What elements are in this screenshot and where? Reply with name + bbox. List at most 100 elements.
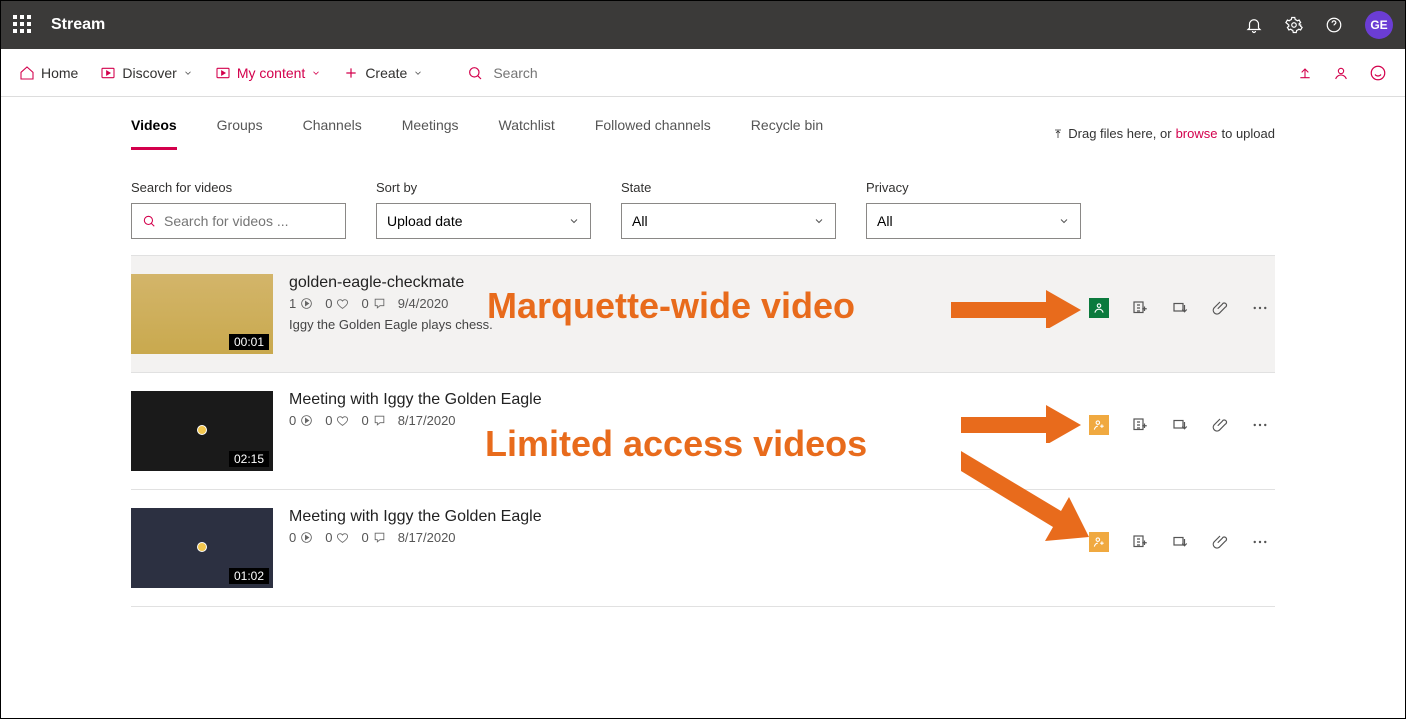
duration-label: 00:01 bbox=[229, 334, 269, 350]
nav-create[interactable]: Create bbox=[343, 65, 423, 81]
search-videos-input[interactable] bbox=[164, 213, 335, 229]
video-date: 8/17/2020 bbox=[398, 530, 456, 545]
home-icon bbox=[19, 65, 35, 81]
upload-arrow-icon bbox=[1052, 128, 1064, 140]
state-label: State bbox=[621, 180, 651, 195]
comment-icon bbox=[373, 531, 386, 544]
video-row[interactable]: 00:01 golden-eagle-checkmate 1 0 0 9/4/2… bbox=[131, 255, 1275, 373]
tab-followed[interactable]: Followed channels bbox=[595, 117, 711, 150]
sort-value: Upload date bbox=[387, 213, 463, 229]
replace-video-icon[interactable] bbox=[1171, 416, 1189, 434]
comments-count: 0 bbox=[361, 296, 368, 311]
app-launcher-icon[interactable] bbox=[13, 15, 33, 35]
replace-video-icon[interactable] bbox=[1171, 533, 1189, 551]
nav-my-content-label: My content bbox=[237, 65, 305, 81]
sort-select[interactable]: Upload date bbox=[376, 203, 591, 239]
privacy-label: Privacy bbox=[866, 180, 909, 195]
nav-discover[interactable]: Discover bbox=[100, 65, 192, 81]
nav-create-label: Create bbox=[365, 65, 407, 81]
plus-icon bbox=[343, 65, 359, 81]
avatar[interactable]: GE bbox=[1365, 11, 1393, 39]
more-actions-icon[interactable] bbox=[1251, 533, 1269, 551]
global-search-input[interactable] bbox=[493, 65, 693, 81]
likes-count: 0 bbox=[325, 530, 332, 545]
attachments-icon[interactable] bbox=[1211, 533, 1229, 551]
filters-row: Search for videos Sort by Upload date St… bbox=[131, 179, 1275, 239]
nav-home-label: Home bbox=[41, 65, 78, 81]
state-value: All bbox=[632, 213, 648, 229]
heart-icon bbox=[336, 414, 349, 427]
tab-recycle[interactable]: Recycle bin bbox=[751, 117, 823, 150]
upload-icon[interactable] bbox=[1297, 65, 1313, 81]
topbar: Stream GE bbox=[1, 1, 1405, 49]
notifications-icon[interactable] bbox=[1245, 16, 1263, 34]
play-icon bbox=[300, 297, 313, 310]
search-videos-control[interactable] bbox=[131, 203, 346, 239]
comment-icon bbox=[373, 414, 386, 427]
global-search[interactable] bbox=[467, 65, 693, 81]
video-icon bbox=[215, 65, 231, 81]
privacy-select[interactable]: All bbox=[866, 203, 1081, 239]
state-select[interactable]: All bbox=[621, 203, 836, 239]
discover-icon bbox=[100, 65, 116, 81]
duration-label: 02:15 bbox=[229, 451, 269, 467]
tab-groups[interactable]: Groups bbox=[217, 117, 263, 150]
tab-channels[interactable]: Channels bbox=[303, 117, 362, 150]
privacy-limited-badge[interactable] bbox=[1089, 532, 1109, 552]
duration-label: 01:02 bbox=[229, 568, 269, 584]
add-to-group-icon[interactable] bbox=[1131, 533, 1149, 551]
comment-icon bbox=[373, 297, 386, 310]
add-to-group-icon[interactable] bbox=[1131, 416, 1149, 434]
video-description: Iggy the Golden Eagle plays chess. bbox=[289, 317, 493, 332]
add-to-group-icon[interactable] bbox=[1131, 299, 1149, 317]
heart-icon bbox=[336, 297, 349, 310]
search-icon bbox=[142, 214, 156, 228]
attachments-icon[interactable] bbox=[1211, 299, 1229, 317]
video-list: 00:01 golden-eagle-checkmate 1 0 0 9/4/2… bbox=[131, 255, 1275, 607]
views-count: 1 bbox=[289, 296, 296, 311]
views-count: 0 bbox=[289, 413, 296, 428]
upload-hint: Drag files here, or browse to upload bbox=[1052, 117, 1275, 150]
chevron-down-icon bbox=[1058, 215, 1070, 227]
person-icon[interactable] bbox=[1333, 65, 1349, 81]
upload-hint-pre: Drag files here, or bbox=[1068, 126, 1171, 141]
chevron-down-icon bbox=[413, 68, 423, 78]
tabs-row: Videos Groups Channels Meetings Watchlis… bbox=[131, 117, 1275, 151]
more-actions-icon[interactable] bbox=[1251, 416, 1269, 434]
video-row[interactable]: 02:15 Meeting with Iggy the Golden Eagle… bbox=[131, 373, 1275, 490]
comments-count: 0 bbox=[361, 413, 368, 428]
nav-home[interactable]: Home bbox=[19, 65, 78, 81]
tab-videos[interactable]: Videos bbox=[131, 117, 177, 150]
views-count: 0 bbox=[289, 530, 296, 545]
more-actions-icon[interactable] bbox=[1251, 299, 1269, 317]
feedback-icon[interactable] bbox=[1369, 64, 1387, 82]
search-videos-label: Search for videos bbox=[131, 180, 232, 195]
upload-hint-post: to upload bbox=[1222, 126, 1276, 141]
video-thumbnail[interactable]: 02:15 bbox=[131, 391, 273, 471]
brand-label: Stream bbox=[51, 16, 105, 34]
comments-count: 0 bbox=[361, 530, 368, 545]
video-thumbnail[interactable]: 00:01 bbox=[131, 274, 273, 354]
attachments-icon[interactable] bbox=[1211, 416, 1229, 434]
tab-watchlist[interactable]: Watchlist bbox=[499, 117, 555, 150]
video-date: 8/17/2020 bbox=[398, 413, 456, 428]
tab-meetings[interactable]: Meetings bbox=[402, 117, 459, 150]
video-date: 9/4/2020 bbox=[398, 296, 449, 311]
search-icon bbox=[467, 65, 483, 81]
help-icon[interactable] bbox=[1325, 16, 1343, 34]
video-title[interactable]: golden-eagle-checkmate bbox=[289, 274, 493, 292]
video-title[interactable]: Meeting with Iggy the Golden Eagle bbox=[289, 391, 542, 409]
replace-video-icon[interactable] bbox=[1171, 299, 1189, 317]
browse-link[interactable]: browse bbox=[1176, 126, 1218, 141]
content-area: Videos Groups Channels Meetings Watchlis… bbox=[1, 97, 1405, 607]
likes-count: 0 bbox=[325, 413, 332, 428]
video-row[interactable]: 01:02 Meeting with Iggy the Golden Eagle… bbox=[131, 490, 1275, 607]
video-title[interactable]: Meeting with Iggy the Golden Eagle bbox=[289, 508, 542, 526]
privacy-org-badge[interactable] bbox=[1089, 298, 1109, 318]
privacy-limited-badge[interactable] bbox=[1089, 415, 1109, 435]
settings-icon[interactable] bbox=[1285, 16, 1303, 34]
nav-my-content[interactable]: My content bbox=[215, 65, 321, 81]
chevron-down-icon bbox=[311, 68, 321, 78]
video-thumbnail[interactable]: 01:02 bbox=[131, 508, 273, 588]
heart-icon bbox=[336, 531, 349, 544]
